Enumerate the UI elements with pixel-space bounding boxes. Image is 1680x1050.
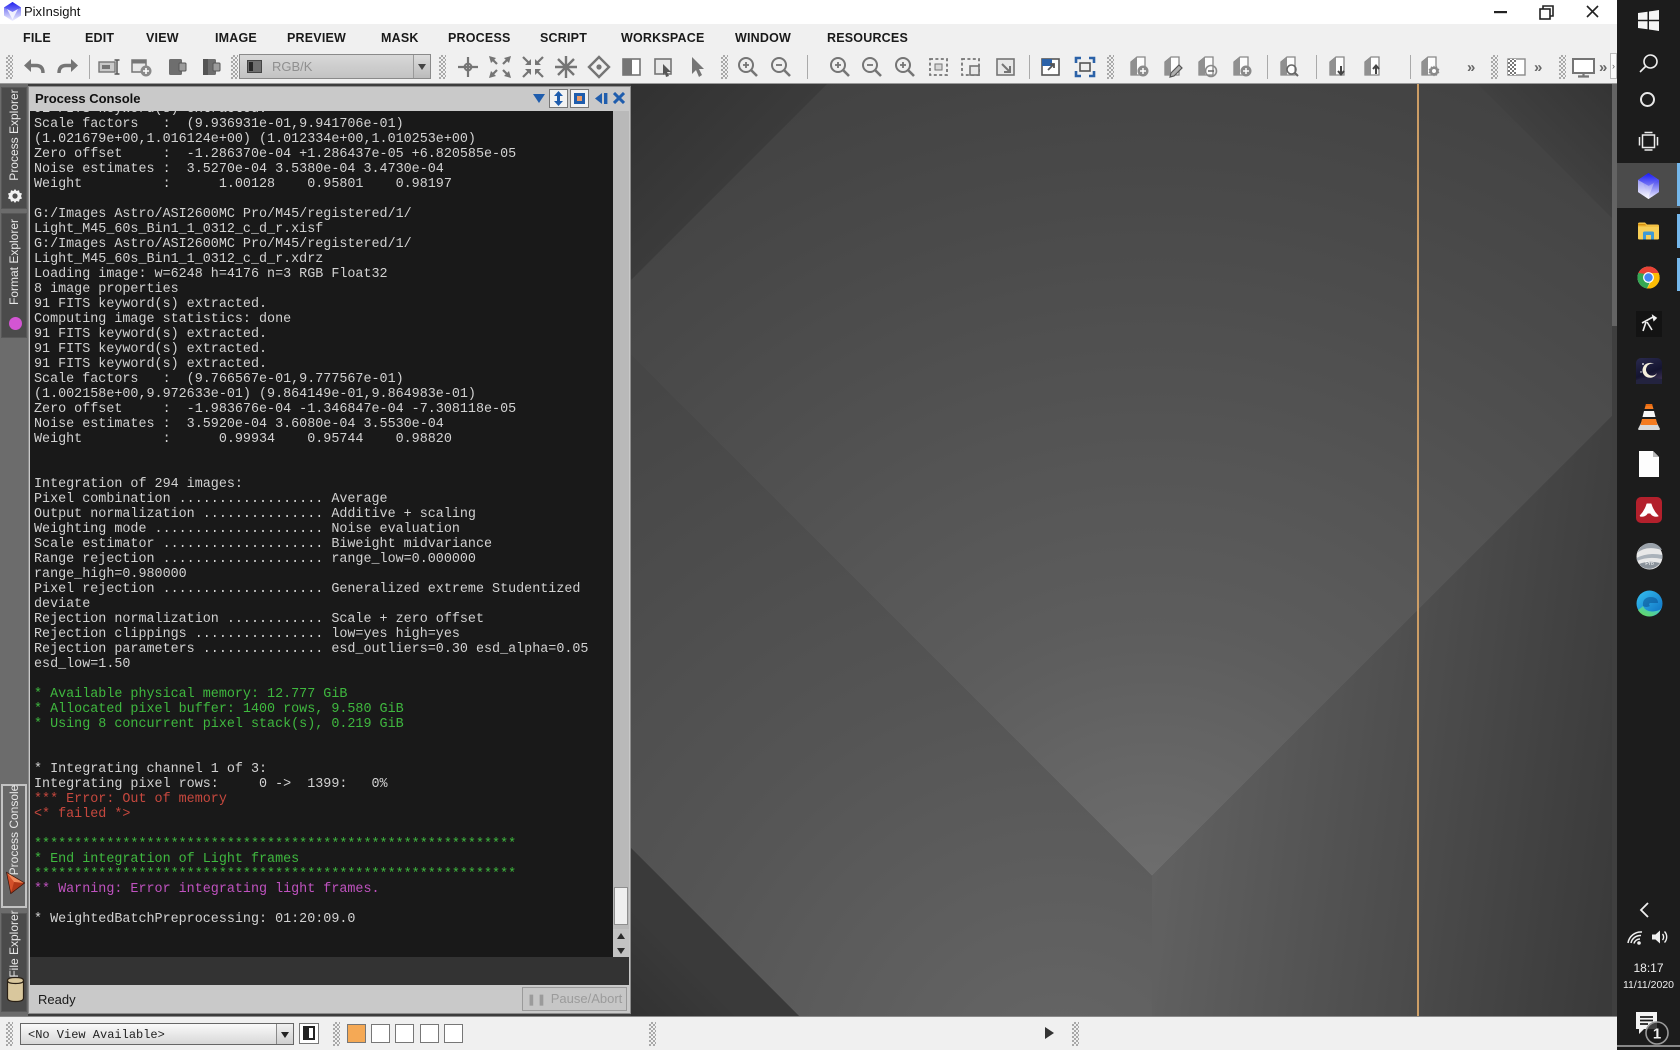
- svg-text:Pro: Pro: [1645, 561, 1654, 567]
- svg-text:1: 1: [1653, 1026, 1661, 1043]
- svg-text:»: »: [1467, 59, 1475, 76]
- svg-text:»: »: [1534, 59, 1542, 76]
- svg-text:»: »: [1599, 59, 1607, 76]
